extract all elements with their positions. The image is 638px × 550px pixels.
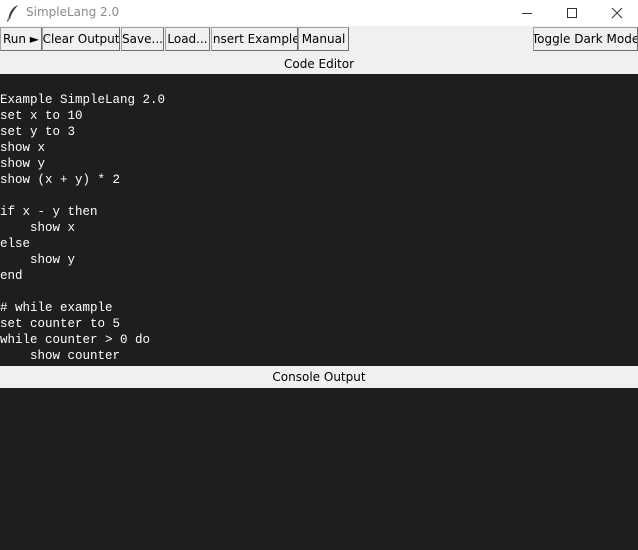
- toggle-dark-mode-button[interactable]: Toggle Dark Mode: [533, 27, 638, 51]
- code-editor[interactable]: Example SimpleLang 2.0 set x to 10 set y…: [0, 74, 638, 366]
- minimize-button[interactable]: [504, 0, 550, 26]
- manual-button[interactable]: Manual: [298, 27, 349, 51]
- insert-example-button[interactable]: Insert Example: [211, 27, 298, 51]
- console-output-text: [0, 388, 638, 396]
- title-bar[interactable]: SimpleLang 2.0: [0, 0, 638, 26]
- feather-icon: [6, 4, 20, 22]
- close-button[interactable]: [594, 0, 638, 26]
- close-icon: [611, 7, 623, 19]
- run-button[interactable]: Run ►: [0, 27, 42, 51]
- code-editor-text[interactable]: Example SimpleLang 2.0 set x to 10 set y…: [0, 74, 638, 364]
- console-output[interactable]: [0, 388, 638, 550]
- minimize-icon: [522, 13, 532, 14]
- save-button[interactable]: Save...: [121, 27, 164, 51]
- window-title: SimpleLang 2.0: [26, 5, 120, 19]
- console-output-header: Console Output: [0, 366, 638, 388]
- code-editor-header: Code Editor: [0, 54, 638, 74]
- clear-output-button[interactable]: Clear Output: [42, 27, 120, 51]
- app-window: SimpleLang 2.0 Run ► Clear Output Save..…: [0, 0, 638, 550]
- toolbar: Run ► Clear Output Save... Load... Inser…: [0, 26, 638, 54]
- maximize-icon: [567, 8, 577, 18]
- maximize-button[interactable]: [549, 0, 595, 26]
- load-button[interactable]: Load...: [165, 27, 210, 51]
